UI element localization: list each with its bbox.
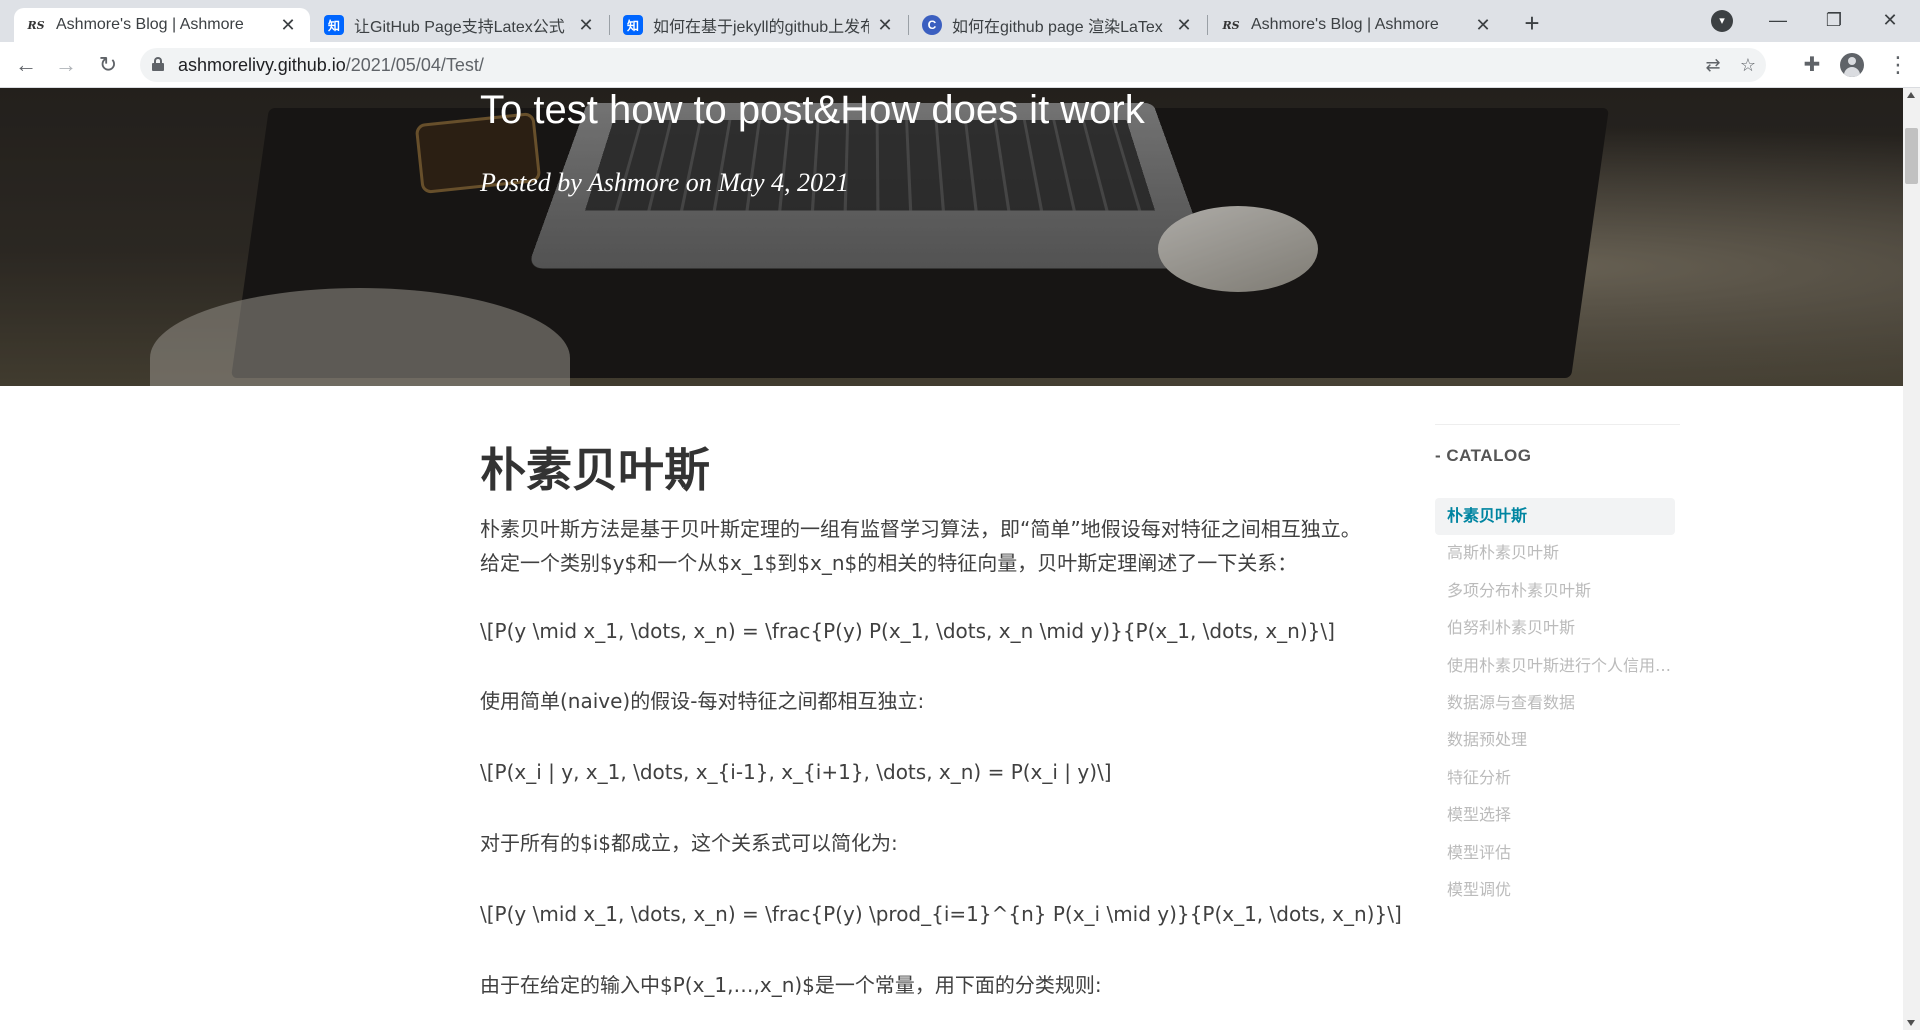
lock-icon[interactable]: [152, 57, 164, 71]
tab-ashmore-blog[interactable]: RS Ashmore's Blog | Ashmore ✕: [1209, 8, 1505, 42]
tab-strip: RS Ashmore's Blog | Ashmore ✕ 知 让GitHub …: [0, 0, 1920, 42]
close-icon[interactable]: ✕: [278, 15, 298, 36]
bookmark-star-icon[interactable]: ☆: [1736, 53, 1760, 77]
post-meta: Posted by Ashmore on May 4, 2021: [480, 168, 849, 198]
catalog-item[interactable]: 朴素贝叶斯: [1435, 498, 1675, 535]
scroll-thumb[interactable]: [1905, 128, 1918, 184]
profile-avatar-icon[interactable]: [1840, 53, 1864, 77]
tab-title: 让GitHub Page支持Latex公式 -: [354, 13, 570, 37]
tab-title: 如何在github page 渲染LaTex: [952, 13, 1168, 37]
catalog-item[interactable]: 模型调优: [1435, 872, 1675, 909]
tab-github-page-latex[interactable]: 知 让GitHub Page支持Latex公式 - ✕: [312, 8, 608, 42]
tab-separator: [1207, 15, 1208, 35]
close-icon[interactable]: ✕: [875, 15, 895, 36]
scroll-down-arrow-icon[interactable]: [1907, 1020, 1915, 1026]
zhihu-icon: 知: [623, 15, 643, 35]
post-header-banner: To test how to post&How does it work Pos…: [0, 88, 1903, 386]
browser-toolbar: ← → ↻ ashmorelivy.github.io/2021/05/04/T…: [0, 42, 1920, 88]
window-close-icon[interactable]: ✕: [1862, 0, 1918, 40]
formula-bayes: \[P(y \mid x_1, \dots, x_n) = \frac{P(y)…: [480, 614, 1335, 648]
extensions-puzzle-icon[interactable]: ✚: [1800, 53, 1824, 77]
paragraph-classification-rule: 由于在给定的输入中$P(x_1,…,x_n)$是一个常量，用下面的分类规则:: [480, 968, 1102, 1002]
section-heading: 朴素贝叶斯: [480, 434, 710, 500]
url-text: ashmorelivy.github.io/2021/05/04/Test/: [178, 55, 484, 76]
catalog-title-text: CATALOG: [1446, 446, 1531, 465]
tab-separator: [908, 15, 909, 35]
catalog-item[interactable]: 模型选择: [1435, 797, 1675, 834]
paragraph-intro: 朴素贝叶斯方法是基于贝叶斯定理的一组有监督学习算法，即“简单”地假设每对特征之间…: [480, 512, 1361, 546]
catalog-title[interactable]: - CATALOG: [1435, 446, 1531, 466]
scroll-up-arrow-icon[interactable]: [1907, 92, 1915, 98]
tab-separator: [609, 15, 610, 35]
restore-icon[interactable]: ❐: [1806, 0, 1862, 40]
blue-circle-icon: C: [922, 15, 942, 35]
paragraph-naive-assumption: 使用简单(naive)的假设-每对特征之间都相互独立:: [480, 684, 924, 718]
page-scrollbar[interactable]: [1903, 88, 1920, 1030]
close-icon[interactable]: ✕: [576, 15, 596, 36]
rs-logo-icon: RS: [1221, 15, 1241, 35]
post-title: To test how to post&How does it work: [480, 88, 1145, 133]
catalog-item[interactable]: 数据预处理: [1435, 722, 1675, 759]
tab-ashmore-blog-active[interactable]: RS Ashmore's Blog | Ashmore ✕: [14, 8, 310, 42]
catalog-item[interactable]: 特征分析: [1435, 760, 1675, 797]
back-arrow-icon[interactable]: ←: [10, 49, 42, 81]
tab-jekyll-github[interactable]: 知 如何在基于jekyll的github上发布 ✕: [611, 8, 907, 42]
zhihu-icon: 知: [324, 15, 344, 35]
catalog-divider: [1435, 424, 1680, 425]
catalog-item[interactable]: 多项分布朴素贝叶斯: [1435, 573, 1675, 610]
translate-icon[interactable]: ⇄: [1701, 53, 1725, 77]
reload-icon[interactable]: ↻: [92, 49, 124, 81]
catalog-collapse-icon[interactable]: -: [1435, 446, 1446, 465]
catalog-item[interactable]: 数据源与查看数据: [1435, 685, 1675, 722]
page-viewport: To test how to post&How does it work Pos…: [0, 88, 1903, 1030]
url-path: /2021/05/04/Test/: [346, 55, 484, 75]
paragraph-intro-continued: 给定一个类别$y$和一个从$x_1$到$x_n$的相关的特征向量，贝叶斯定理阐述…: [480, 546, 1297, 580]
more-menu-icon[interactable]: ⋮: [1886, 51, 1910, 79]
tab-title: 如何在基于jekyll的github上发布: [653, 13, 869, 37]
catalog-item[interactable]: 高斯朴素贝叶斯: [1435, 535, 1675, 572]
catalog-item[interactable]: 模型评估: [1435, 835, 1675, 872]
tab-search-chevron-icon[interactable]: ▾: [1711, 10, 1733, 32]
tab-title: Ashmore's Blog | Ashmore: [56, 16, 272, 34]
catalog-list: 朴素贝叶斯 高斯朴素贝叶斯 多项分布朴素贝叶斯 伯努利朴素贝叶斯 使用朴素贝叶斯…: [1435, 498, 1675, 909]
tab-title: Ashmore's Blog | Ashmore: [1251, 16, 1467, 34]
paragraph-simplify: 对于所有的$i$都成立，这个关系式可以简化为:: [480, 826, 898, 860]
forward-arrow-icon[interactable]: →: [50, 49, 82, 81]
catalog-item[interactable]: 使用朴素贝叶斯进行个人信用风险评估: [1435, 648, 1675, 685]
formula-simplified: \[P(y \mid x_1, \dots, x_n) = \frac{P(y)…: [480, 897, 1402, 931]
new-tab-plus-icon[interactable]: +: [1516, 8, 1548, 40]
formula-independence: \[P(x_i | y, x_1, \dots, x_{i-1}, x_{i+1…: [480, 755, 1112, 789]
close-icon[interactable]: ✕: [1473, 15, 1493, 36]
address-bar[interactable]: ashmorelivy.github.io/2021/05/04/Test/ ⇄…: [140, 48, 1766, 82]
close-icon[interactable]: ✕: [1174, 15, 1194, 36]
rs-logo-icon: RS: [26, 15, 46, 35]
catalog-item[interactable]: 伯努利朴素贝叶斯: [1435, 610, 1675, 647]
minimize-icon[interactable]: —: [1750, 0, 1806, 40]
url-host: ashmorelivy.github.io: [178, 55, 346, 75]
tab-render-latex[interactable]: C 如何在github page 渲染LaTex ✕: [910, 8, 1206, 42]
